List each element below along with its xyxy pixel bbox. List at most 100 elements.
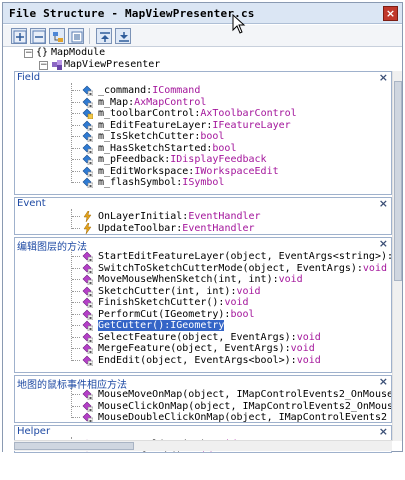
class-expander[interactable]: − (39, 61, 48, 70)
section-close-icon[interactable]: × (379, 238, 388, 250)
field-private-icon (82, 166, 94, 177)
member-signature[interactable]: StartEditFeatureLayer(object, EventArgs<… (98, 251, 391, 262)
title-bar[interactable]: File Structure - MapViewPresenter.cs × (3, 3, 402, 24)
event-icon (82, 210, 93, 223)
goto-bottom-button[interactable] (115, 28, 131, 44)
member-signature[interactable]: m_Map:AxMapControl (98, 97, 206, 108)
member-row[interactable]: m_EditWorkspace:IWorkspaceEdit (15, 166, 391, 177)
member-row[interactable]: SwitchToSketchCutterMode(object, EventAr… (15, 263, 391, 274)
class-icon (52, 60, 62, 70)
member-row[interactable]: m_pFeedback:IDisplayFeedback (15, 154, 391, 166)
member-row[interactable]: SelectFeature(object, EventArgs):void (15, 332, 391, 343)
member-row[interactable]: PerformCut(IGeometry):bool (15, 309, 391, 320)
method-private-icon (82, 286, 94, 297)
member-signature[interactable]: OnLayerInitial:EventHandler (98, 211, 261, 222)
tree-branch-line (72, 113, 80, 114)
window-title: File Structure - MapViewPresenter.cs (9, 7, 255, 20)
member-row[interactable]: m_flashSymbol:ISymbol (15, 177, 391, 189)
member-signature[interactable]: MoveMouseWhenSketch(int, int):void (98, 274, 303, 285)
member-row[interactable]: m_toolbarControl:AxToolbarControl (15, 108, 391, 120)
member-row[interactable]: OnLayerInitial:EventHandler (15, 210, 391, 223)
member-type: void (224, 297, 249, 308)
member-row[interactable]: UpdateToolbar:EventHandler (15, 222, 391, 234)
member-signature[interactable]: SketchCutter(int, int):void (98, 286, 261, 297)
member-row[interactable]: FinishSketchCutter():void (15, 297, 391, 309)
member-signature[interactable]: m_EditFeatureLayer:IFeatureLayer (98, 120, 291, 131)
sort-by-type-button[interactable] (49, 28, 65, 44)
member-type: void (290, 343, 315, 354)
tree-branch-line (72, 182, 80, 183)
close-button[interactable]: × (383, 6, 398, 21)
member-row[interactable]: m_Map:AxMapControl (15, 97, 391, 108)
method-private-icon (82, 263, 94, 274)
member-name: SwitchToSketchCutterMode(object, EventAr… (98, 262, 363, 274)
section-title[interactable]: Helper (17, 426, 50, 437)
collapse-all-button[interactable] (30, 28, 46, 44)
vertical-scrollbar-thumb[interactable] (394, 81, 402, 281)
tree-branch-line (72, 147, 80, 149)
section-title[interactable]: Event (17, 198, 46, 209)
member-signature[interactable]: SwitchToSketchCutterMode(object, EventAr… (98, 263, 387, 274)
member-row[interactable]: m_HasSketchStarted:bool (15, 143, 391, 154)
section-close-icon[interactable]: × (379, 376, 388, 388)
member-row[interactable]: MergeFeature(object, EventArgs):void (15, 343, 391, 355)
sort-alpha-icon (71, 31, 83, 43)
section-close-icon[interactable]: × (379, 426, 388, 438)
section-0: Field × _command:ICommand m_Map:AxMapContro… (14, 71, 392, 195)
member-name: OnLayerInitial: (98, 211, 189, 222)
member-signature[interactable]: m_pFeedback:IDisplayFeedback (98, 154, 267, 165)
event-icon (82, 222, 93, 234)
section-close-icon[interactable]: × (379, 72, 388, 84)
member-row[interactable]: GetCutter():IGeometry (15, 320, 391, 332)
member-signature[interactable]: GetCutter():IGeometry (98, 320, 225, 331)
member-row[interactable]: m_IsSketchCutter:bool (15, 131, 391, 143)
goto-top-button[interactable] (96, 28, 112, 44)
member-row[interactable]: EndEdit(object, EventArgs<bool>):void (15, 355, 391, 366)
member-row[interactable]: MouseClickOnMap(object, IMapControlEvent… (15, 400, 391, 412)
field-private-icon (82, 154, 94, 166)
module-name[interactable]: MapModule (51, 47, 105, 58)
member-row[interactable]: MouseDoubleClickOnMap(object, IMapContro… (15, 412, 391, 422)
member-signature[interactable]: EndEdit(object, EventArgs<bool>):void (98, 355, 321, 366)
member-row[interactable]: _command:ICommand (15, 85, 391, 97)
member-signature[interactable]: m_flashSymbol:ISymbol (98, 177, 224, 188)
member-signature[interactable]: UpdateToolbar:EventHandler (98, 223, 255, 234)
member-type: IDisplayFeedback (170, 154, 267, 165)
method-private-icon (82, 401, 94, 412)
field-private-icon (82, 143, 94, 154)
horizontal-scrollbar[interactable] (14, 440, 392, 451)
horizontal-scrollbar-thumb[interactable] (14, 442, 134, 450)
method-private-icon (82, 274, 94, 286)
tree-branch-line (72, 417, 80, 418)
member-name: MouseClickOnMap(object, IMapControlEvent… (98, 400, 391, 412)
member-signature[interactable]: MouseMoveOnMap(object, IMapControlEvents… (98, 389, 391, 400)
sort-alpha-button[interactable] (68, 28, 84, 44)
member-signature[interactable]: m_EditWorkspace:IWorkspaceEdit (98, 166, 279, 177)
member-row[interactable]: MoveMouseWhenSketch(int, int):void (15, 274, 391, 286)
member-signature[interactable]: MouseDoubleClickOnMap(object, IMapContro… (98, 412, 391, 422)
member-signature[interactable]: SelectFeature(object, EventArgs):void (98, 332, 321, 343)
section-close-icon[interactable]: × (379, 198, 388, 210)
collapse-all-icon (32, 30, 46, 44)
vertical-scrollbar[interactable] (392, 71, 402, 441)
member-signature[interactable]: m_IsSketchCutter:bool (98, 131, 224, 142)
member-row[interactable]: StartEditFeatureLayer(object, EventArgs<… (15, 251, 391, 263)
class-name[interactable]: MapViewPresenter (64, 59, 160, 70)
expand-all-button[interactable] (11, 28, 27, 44)
module-expander[interactable]: − (24, 49, 33, 58)
member-signature[interactable]: MergeFeature(object, EventArgs):void (98, 343, 315, 354)
member-row[interactable]: SketchCutter(int, int):void (15, 286, 391, 297)
member-signature[interactable]: m_toolbarControl:AxToolbarControl (98, 108, 297, 119)
section-1: Event × OnLayerInitial:EventHandler UpdateT… (14, 197, 392, 235)
member-row[interactable]: m_EditFeatureLayer:IFeatureLayer (15, 120, 391, 131)
member-signature[interactable]: FinishSketchCutter():void (98, 297, 249, 308)
section-title[interactable]: Field (17, 72, 40, 83)
member-signature[interactable]: m_HasSketchStarted:bool (98, 143, 236, 154)
member-name: GetCutter(): (98, 320, 171, 331)
member-row[interactable]: MouseMoveOnMap(object, IMapControlEvents… (15, 389, 391, 401)
member-signature[interactable]: _command:ICommand (98, 85, 200, 96)
member-signature[interactable]: MouseClickOnMap(object, IMapControlEvent… (98, 400, 391, 412)
member-signature[interactable]: PerformCut(IGeometry):bool (98, 309, 255, 320)
member-type: ISymbol (182, 177, 225, 188)
member-type: ICommand (152, 85, 201, 96)
